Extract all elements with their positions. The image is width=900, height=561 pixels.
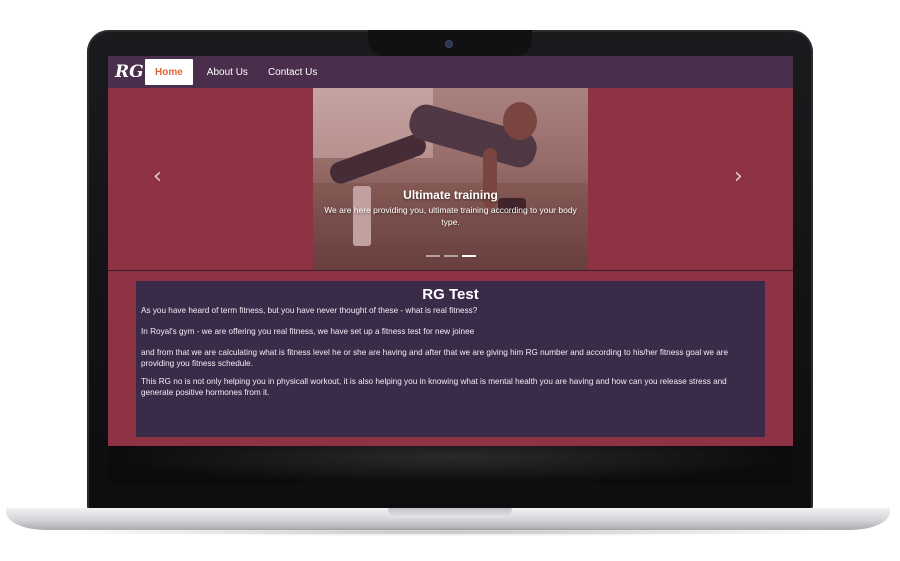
carousel-slide-image [313, 88, 588, 270]
content-area: RG Test As you have heard of term fitnes… [108, 271, 793, 446]
laptop-shadow [40, 528, 860, 536]
carousel-indicator-1[interactable] [426, 255, 440, 257]
caption-text: We are here providing you, ultimate trai… [324, 205, 577, 227]
chevron-right-icon[interactable]: › [734, 166, 743, 188]
nav-home[interactable]: Home [145, 59, 193, 85]
webcam-icon [446, 41, 452, 47]
caption-title: Ultimate training [403, 188, 498, 202]
carousel-indicator-3[interactable] [462, 255, 476, 257]
slide-overlay [313, 88, 588, 270]
nav-about-us[interactable]: About Us [197, 56, 258, 88]
chevron-left-icon[interactable]: ‹ [153, 166, 162, 188]
carousel-indicator-2[interactable] [444, 255, 458, 257]
navbar: RG Home About Us Contact Us [108, 56, 793, 88]
carousel-indicators [426, 255, 476, 257]
paragraph-2: In Royal's gym - we are offering you rea… [141, 327, 475, 336]
paragraph-1: As you have heard of term fitness, but y… [141, 306, 478, 315]
screen: RG Home About Us Contact Us Ultimate tra… [108, 56, 793, 484]
hero-carousel: Ultimate training We are here providing … [108, 88, 793, 270]
paragraph-4: This RG no is not only helping you in ph… [141, 377, 727, 397]
section-title: RG Test [422, 286, 479, 303]
paragraph-3: and from that we are calculating what is… [141, 348, 729, 368]
carousel-caption: Ultimate training We are here providing … [313, 188, 588, 228]
brand-logo[interactable]: RG [115, 62, 145, 82]
nav-contact-us[interactable]: Contact Us [258, 56, 327, 88]
rg-test-card: RG Test As you have heard of term fitnes… [136, 281, 765, 437]
laptop-base-notch [388, 508, 512, 518]
page-footer-background [108, 446, 793, 484]
